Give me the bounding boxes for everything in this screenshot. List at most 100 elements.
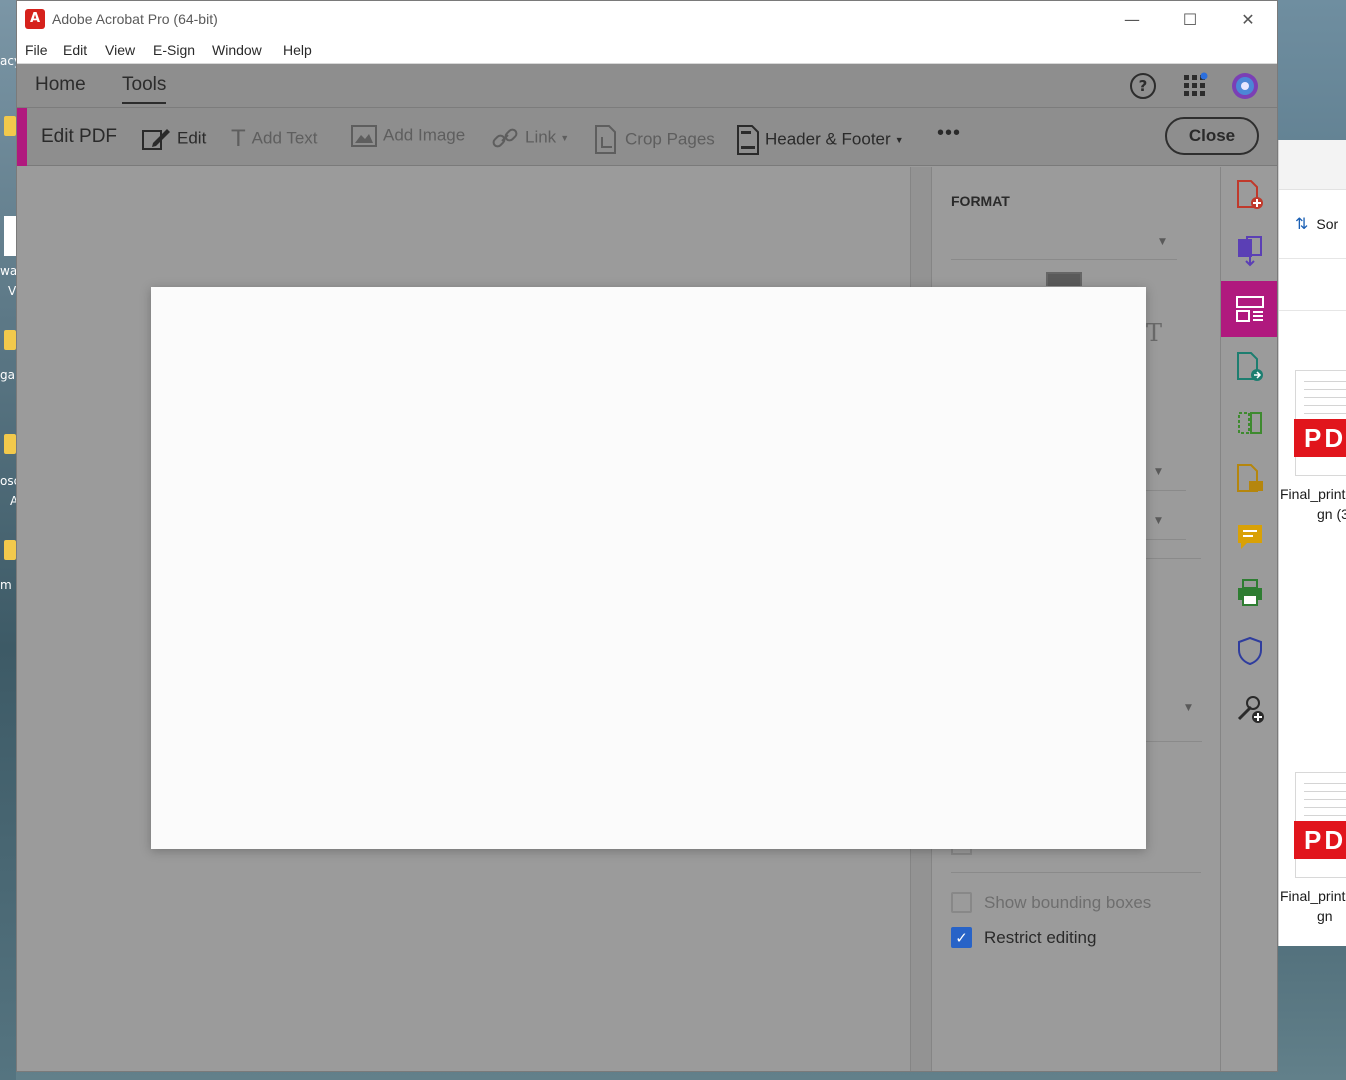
crop-pages-label: Crop Pages	[625, 129, 715, 149]
desktop-folder-icon[interactable]	[4, 434, 16, 454]
edit-pdf-rail-button[interactable]	[1221, 281, 1277, 337]
file-name-line: Final_print	[1280, 486, 1346, 502]
close-tool-button[interactable]: Close	[1165, 117, 1259, 155]
desktop-label: wa	[0, 264, 16, 278]
desktop-file-icon[interactable]	[4, 216, 16, 256]
toolbar-accent	[17, 108, 27, 166]
desktop-folder-icon[interactable]	[4, 330, 16, 350]
restrict-editing-label[interactable]: Restrict editing	[984, 928, 1096, 948]
desktop-folder-icon[interactable]	[4, 116, 16, 136]
file-name-line: gn (3	[1317, 506, 1346, 522]
menu-window[interactable]: Window	[212, 42, 262, 58]
font-dropdown-caret[interactable]: ▼	[1159, 237, 1166, 247]
header-footer-button[interactable]: Header & Footer ▼	[737, 125, 904, 155]
add-image-button[interactable]: Add Image	[351, 125, 465, 147]
acrobat-logo-icon: A	[25, 9, 45, 29]
sort-label: Sor	[1316, 216, 1339, 232]
divider	[1279, 310, 1346, 311]
dropdown-line	[1146, 741, 1202, 742]
desktop-background: acy wa V ga osc A m	[0, 0, 16, 1080]
image-icon	[351, 125, 377, 147]
pdf-file-thumbnail[interactable]: PD	[1294, 370, 1346, 476]
chevron-down-icon: ▼	[894, 135, 904, 145]
header-footer-icon	[737, 125, 759, 155]
crop-pages-button[interactable]: Crop Pages	[593, 125, 715, 155]
add-text-button[interactable]: T Add Text	[231, 125, 318, 153]
desktop-label: m	[0, 578, 12, 592]
restrict-editing-checkbox[interactable]: ✓	[951, 927, 972, 948]
export-pdf-button[interactable]	[1221, 339, 1277, 395]
header-footer-label: Header & Footer	[765, 129, 891, 149]
file-name-line: Final_print	[1280, 888, 1346, 904]
create-pdf-button[interactable]	[1221, 167, 1277, 223]
font-dropdown-line	[951, 259, 1177, 260]
export-icon	[1236, 352, 1263, 381]
chevron-down-icon: ▼	[560, 133, 570, 143]
explorer-header	[1279, 140, 1346, 190]
show-bounding-boxes-checkbox[interactable]	[951, 892, 972, 913]
more-tools-rail-button[interactable]	[1221, 681, 1277, 737]
link-label: Link	[525, 127, 557, 147]
menu-edit[interactable]: Edit	[63, 42, 87, 58]
organize-pages-button[interactable]	[1221, 395, 1277, 451]
dropdown-caret[interactable]: ▼	[1155, 516, 1162, 526]
acrobat-window: A Adobe Acrobat Pro (64-bit) — ☐ ✕ File …	[16, 0, 1278, 1072]
file-name[interactable]: Final_print gn (3	[1279, 484, 1346, 524]
organize-icon	[1237, 412, 1262, 434]
more-tools-button[interactable]: •••	[937, 122, 961, 145]
title-bar[interactable]: A Adobe Acrobat Pro (64-bit) — ☐ ✕	[17, 1, 1277, 38]
sort-button[interactable]: ⇅ Sor	[1295, 214, 1338, 234]
menu-view[interactable]: View	[105, 42, 135, 58]
apps-grid-icon[interactable]	[1181, 72, 1209, 100]
minimize-button[interactable]: —	[1103, 1, 1161, 38]
pdf-file-thumbnail[interactable]: PD	[1294, 772, 1346, 878]
protect-button[interactable]	[1221, 623, 1277, 679]
combine-icon	[1237, 236, 1262, 267]
comment-icon	[1237, 525, 1262, 549]
thumbnail-lines	[1304, 783, 1346, 823]
maximize-button[interactable]: ☐	[1161, 1, 1219, 38]
hidden-checkbox[interactable]	[951, 849, 972, 855]
show-bounding-boxes-label[interactable]: Show bounding boxes	[984, 893, 1151, 913]
combine-files-button[interactable]	[1221, 223, 1277, 279]
comment-button[interactable]	[1221, 509, 1277, 565]
tab-tools[interactable]: Tools	[122, 74, 167, 104]
divider	[951, 872, 1201, 873]
tab-home[interactable]: Home	[35, 74, 86, 96]
request-esign-button[interactable]	[1221, 451, 1277, 507]
thumbnail-lines	[1304, 381, 1346, 421]
menu-help[interactable]: Help	[283, 42, 312, 58]
edit-label: Edit	[177, 128, 207, 148]
menu-bar: File Edit View E-Sign Window Help	[17, 38, 1277, 64]
link-icon	[492, 128, 518, 148]
add-image-label: Add Image	[383, 125, 466, 145]
edit-pdf-icon	[1235, 296, 1264, 322]
link-button[interactable]: Link ▼	[491, 125, 569, 151]
dropdown-line	[1146, 539, 1186, 540]
dropdown-caret[interactable]: ▼	[1155, 467, 1162, 477]
close-window-button[interactable]: ✕	[1219, 1, 1277, 38]
color-swatch[interactable]	[1046, 272, 1082, 286]
menu-file[interactable]: File	[25, 42, 48, 58]
edit-icon	[142, 129, 170, 150]
svg-text:?: ?	[1139, 77, 1148, 95]
crop-icon	[595, 125, 616, 154]
edit-tool-button[interactable]: Edit	[141, 125, 206, 153]
file-explorer-window[interactable]: ⇅ Sor PD Final_print gn (3 PD Final_print…	[1278, 140, 1346, 946]
blank-overlay-sheet[interactable]	[151, 287, 1146, 849]
desktop-label: osc	[0, 474, 16, 488]
toolbar-title: Edit PDF	[41, 126, 118, 147]
help-icon[interactable]: ?	[1129, 72, 1157, 100]
print-production-button[interactable]	[1221, 565, 1277, 621]
dropdown-caret[interactable]: ▼	[1185, 703, 1192, 713]
file-name[interactable]: Final_print gn	[1279, 886, 1346, 926]
text-size-icon[interactable]: T	[1146, 319, 1162, 347]
user-avatar-icon[interactable]	[1231, 72, 1259, 100]
pdf-badge: PD	[1294, 419, 1346, 457]
desktop-folder-icon[interactable]	[4, 540, 16, 560]
desktop-label: V	[8, 284, 16, 298]
desktop-label: ga	[0, 368, 15, 382]
text-icon: T	[231, 125, 246, 152]
shield-icon	[1237, 636, 1262, 666]
menu-esign[interactable]: E-Sign	[153, 42, 195, 58]
